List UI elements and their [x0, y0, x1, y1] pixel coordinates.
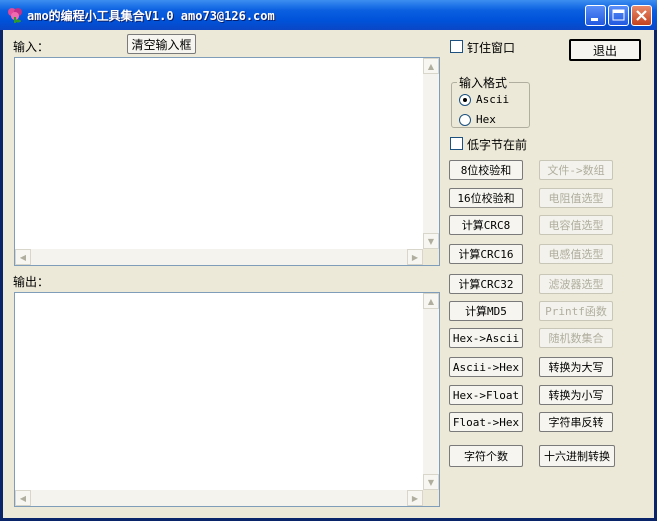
tool-button: 电容值选型	[539, 215, 613, 235]
output-vertical-scrollbar[interactable]: ▲ ▼	[423, 293, 439, 490]
scroll-right-icon[interactable]: ▶	[407, 249, 423, 265]
function-button[interactable]: 计算MD5	[449, 301, 523, 321]
format-ascii-label: Ascii	[476, 93, 510, 106]
low-byte-first-checkbox[interactable]	[450, 137, 463, 150]
window-title: amo的编程小工具集合V1.0 amo73@126.com	[27, 9, 275, 23]
pin-window-checkbox[interactable]	[450, 40, 463, 53]
minimize-icon	[591, 18, 598, 21]
function-button[interactable]: Ascii->Hex	[449, 357, 523, 377]
input-textarea[interactable]: ▲ ▼ ◀ ▶	[14, 57, 440, 266]
minimize-button[interactable]	[585, 5, 606, 26]
scroll-corner	[423, 249, 439, 265]
scroll-down-icon[interactable]: ▼	[423, 233, 439, 249]
function-button[interactable]: 计算CRC8	[449, 215, 523, 235]
close-icon	[636, 10, 647, 21]
tool-button: 电阻值选型	[539, 188, 613, 208]
function-button[interactable]: 计算CRC32	[449, 274, 523, 294]
scroll-right-icon[interactable]: ▶	[407, 490, 423, 506]
output-label: 输出：	[13, 275, 50, 289]
scroll-left-icon[interactable]: ◀	[15, 249, 31, 265]
clear-input-button[interactable]: 清空输入框	[127, 34, 196, 54]
input-horizontal-scrollbar[interactable]: ◀ ▶	[15, 249, 423, 265]
tool-button[interactable]: 转换为小写	[539, 385, 613, 405]
input-format-title: 输入格式	[457, 74, 510, 91]
client-area: 输入： 清空输入框 ▲ ▼ ◀ ▶ 输出： ▲ ▼ ◀ ▶ 钉住窗口 退出 输入…	[3, 30, 654, 518]
function-button[interactable]: Float->Hex	[449, 412, 523, 432]
low-byte-first-label: 低字节在前	[467, 138, 528, 152]
exit-button[interactable]: 退出	[569, 39, 641, 61]
close-button[interactable]	[631, 5, 652, 26]
tool-button: 滤波器选型	[539, 274, 613, 294]
function-button[interactable]: 8位校验和	[449, 160, 523, 180]
input-vertical-scrollbar[interactable]: ▲ ▼	[423, 58, 439, 249]
input-label: 输入：	[13, 40, 50, 54]
scroll-down-icon[interactable]: ▼	[423, 474, 439, 490]
title-bar[interactable]: amo的编程小工具集合V1.0 amo73@126.com	[0, 0, 657, 30]
scroll-left-icon[interactable]: ◀	[15, 490, 31, 506]
tool-button: 随机数集合	[539, 328, 613, 348]
scroll-up-icon[interactable]: ▲	[423, 58, 439, 74]
app-flower-icon	[8, 8, 22, 23]
format-ascii-radio[interactable]	[459, 94, 471, 106]
tool-button: 电感值选型	[539, 244, 613, 264]
tool-button[interactable]: 转换为大写	[539, 357, 613, 377]
scroll-corner	[423, 490, 439, 506]
function-button[interactable]: 16位校验和	[449, 188, 523, 208]
tool-button[interactable]: 字符串反转	[539, 412, 613, 432]
format-hex-label: Hex	[476, 113, 496, 126]
tool-button[interactable]: 十六进制转换	[539, 445, 615, 467]
pin-window-label: 钉住窗口	[467, 41, 516, 55]
function-button[interactable]: 字符个数	[449, 445, 523, 467]
tool-button: 文件->数组	[539, 160, 613, 180]
maximize-icon	[612, 9, 625, 21]
function-button[interactable]: Hex->Ascii	[449, 328, 523, 348]
output-horizontal-scrollbar[interactable]: ◀ ▶	[15, 490, 423, 506]
output-textarea[interactable]: ▲ ▼ ◀ ▶	[14, 292, 440, 507]
input-format-group: 输入格式 Ascii Hex	[451, 74, 530, 128]
app-window: amo的编程小工具集合V1.0 amo73@126.com 输入： 清空输入框 …	[0, 0, 657, 521]
function-button[interactable]: 计算CRC16	[449, 244, 523, 264]
function-button[interactable]: Hex->Float	[449, 385, 523, 405]
scroll-up-icon[interactable]: ▲	[423, 293, 439, 309]
tool-button: Printf函数	[539, 301, 613, 321]
maximize-button[interactable]	[608, 5, 629, 26]
format-hex-radio[interactable]	[459, 114, 471, 126]
